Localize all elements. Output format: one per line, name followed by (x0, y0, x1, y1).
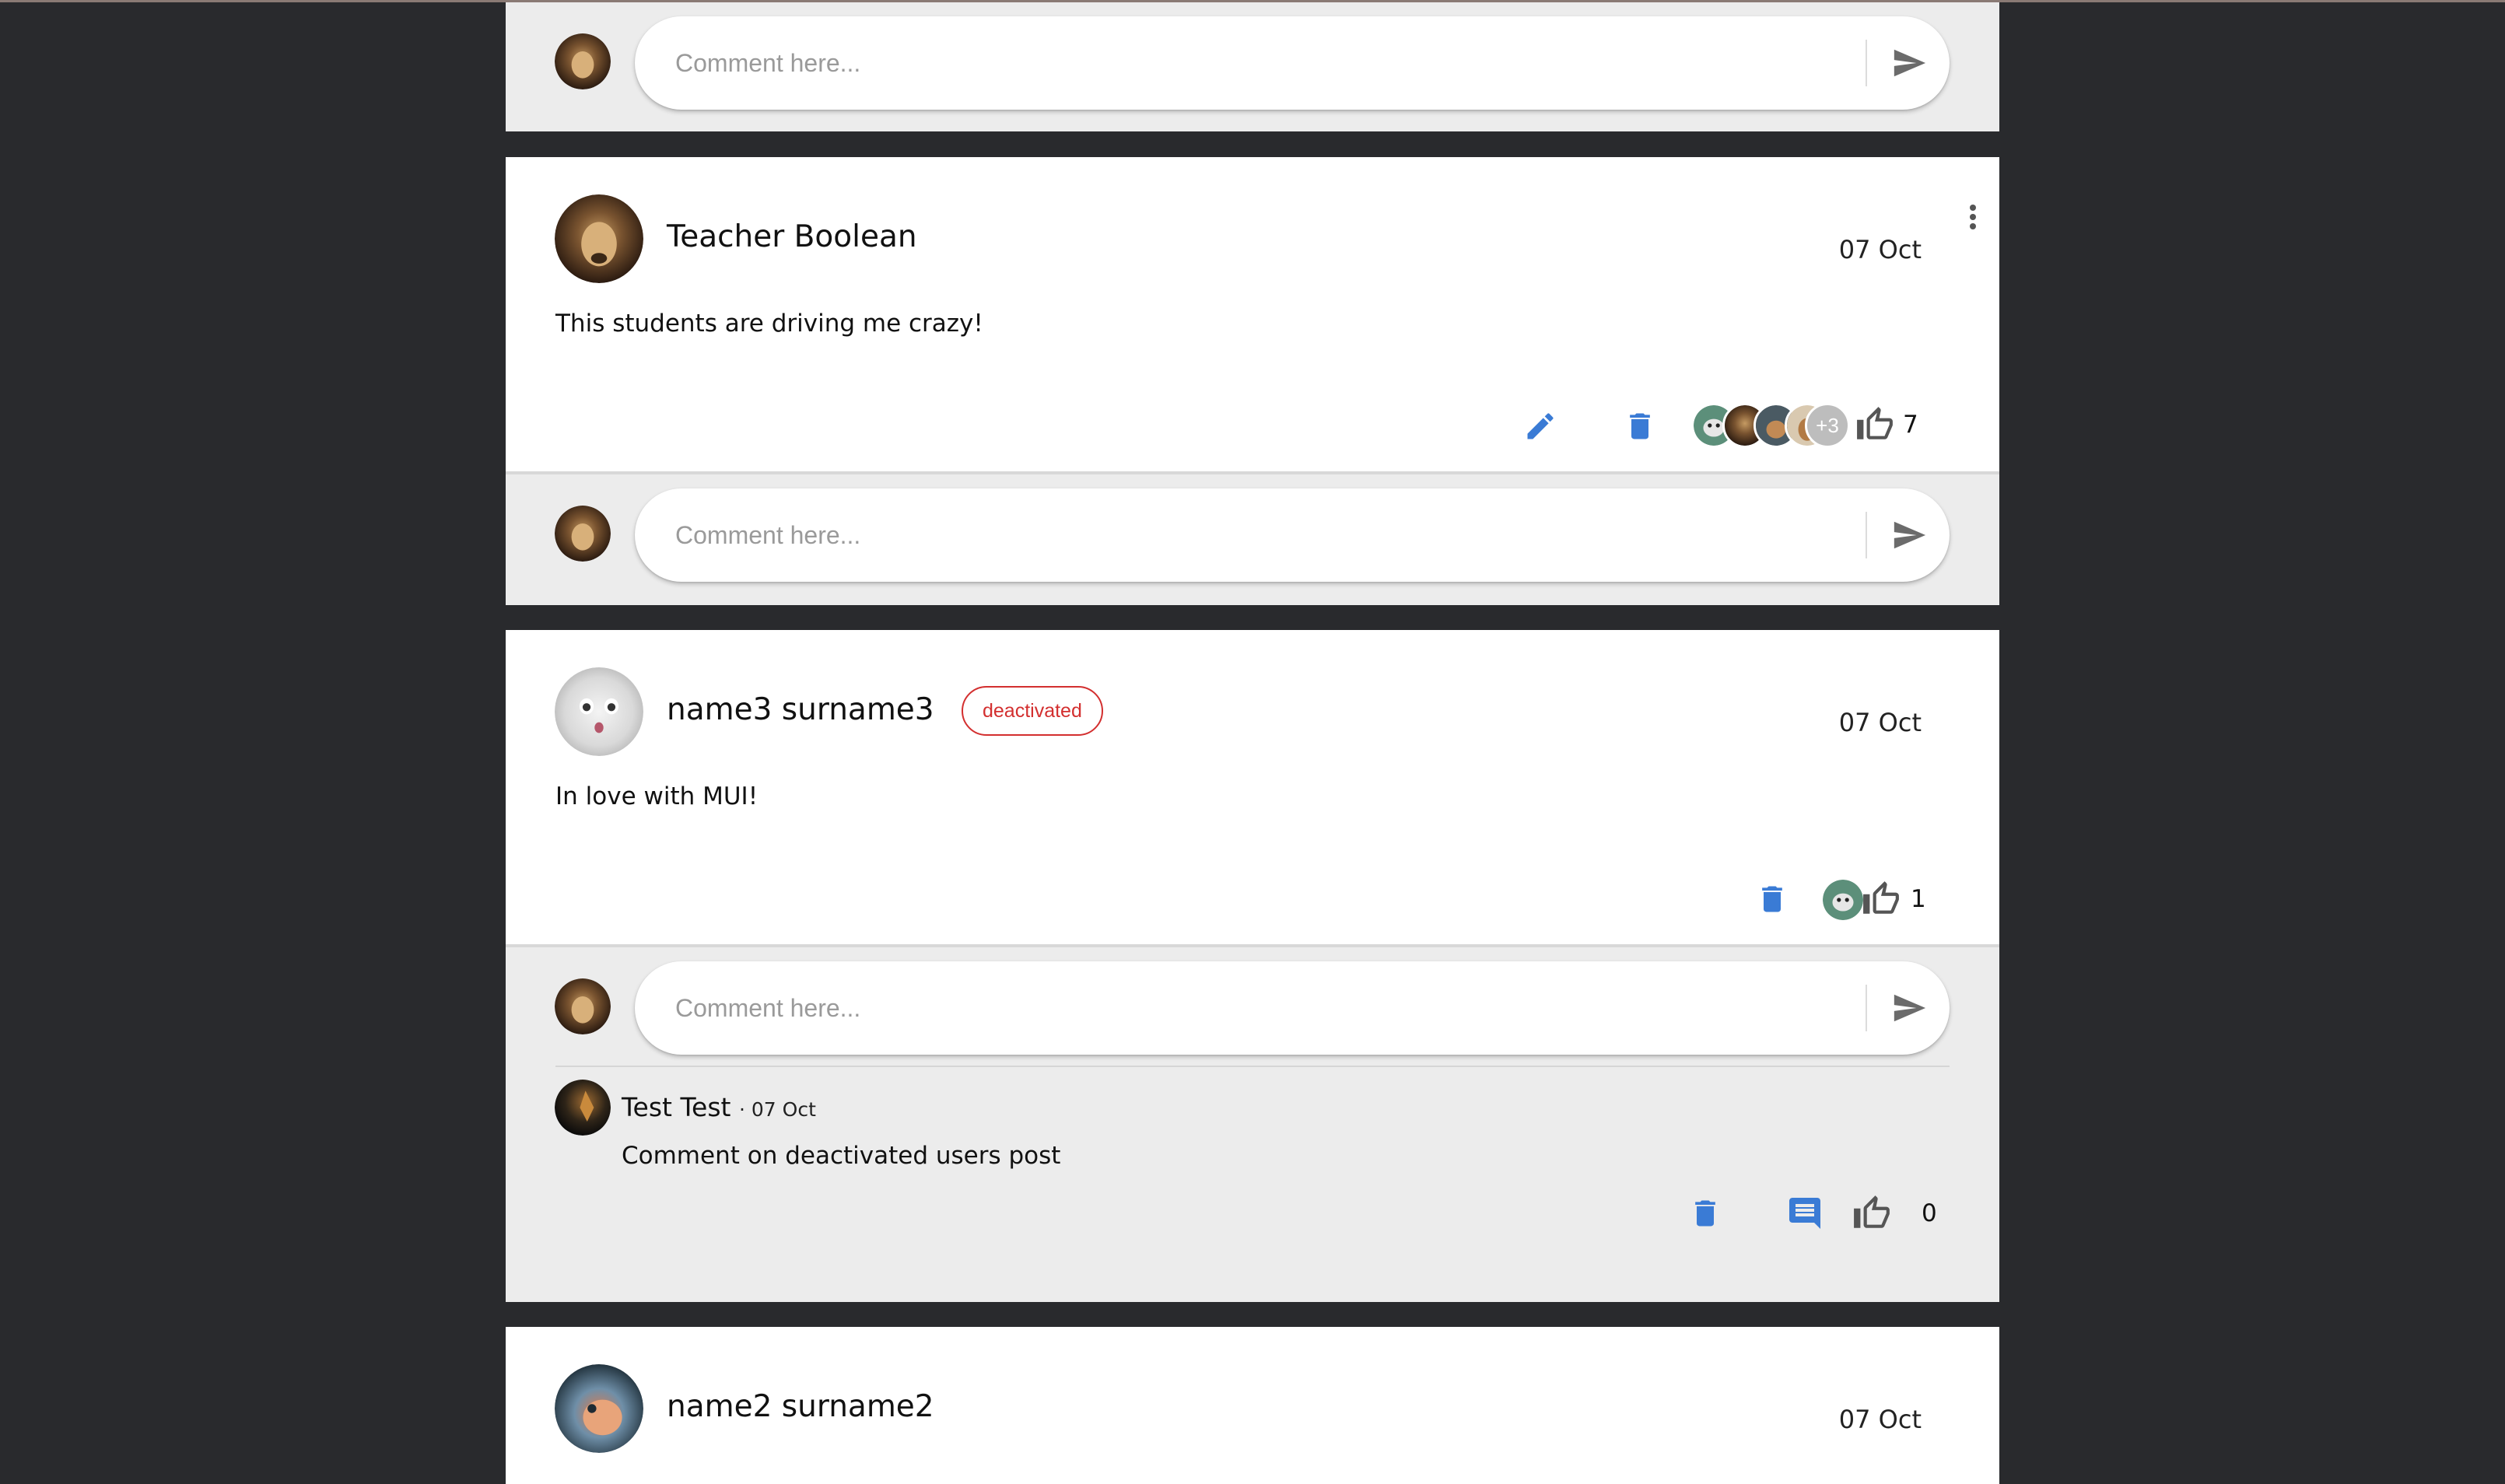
more-vert-icon[interactable] (1964, 202, 1982, 236)
like-comment-button[interactable] (1850, 1192, 1894, 1235)
author-avatar[interactable] (555, 667, 643, 756)
author-avatar[interactable] (555, 194, 643, 283)
comment-icon (1789, 1198, 1820, 1229)
thumb-up-icon (1857, 407, 1893, 439)
author-avatar[interactable] (555, 1364, 643, 1453)
send-icon (1894, 994, 1926, 1022)
thumb-up-icon (1854, 1195, 1890, 1228)
post-card: name2 surname2 07 Oct (506, 1327, 1999, 1484)
author-name[interactable]: Teacher Boolean (667, 219, 917, 254)
current-user-avatar (555, 978, 611, 1034)
send-button[interactable] (1880, 506, 1939, 565)
post-date: 07 Oct (1838, 1405, 1922, 1434)
comments-section: Test Test · 07 Oct Comment on deactivate… (506, 947, 1999, 1302)
post-text: This students are driving me crazy! (555, 310, 983, 338)
comment-input[interactable] (675, 488, 1827, 582)
trash-icon (1762, 886, 1782, 912)
trash-icon (1695, 1200, 1715, 1227)
author-name[interactable]: name2 surname2 (667, 1389, 934, 1424)
post-text: In love with MUI! (555, 782, 759, 810)
like-button[interactable] (1853, 403, 1897, 446)
comment-input-container (635, 488, 1950, 582)
delete-comment-button[interactable] (1683, 1192, 1727, 1235)
comment-input[interactable] (675, 16, 1827, 110)
thumb-up-icon (1863, 881, 1899, 914)
send-icon (1894, 521, 1926, 549)
comment-composer (506, 2, 1999, 131)
like-count: 1 (1911, 885, 1926, 913)
like-count: 0 (1922, 1199, 1937, 1227)
current-user-avatar (555, 33, 611, 89)
comment-divider (555, 1066, 1950, 1067)
pencil-icon (1527, 413, 1554, 439)
send-button[interactable] (1880, 978, 1939, 1038)
current-user-avatar (555, 506, 611, 562)
author-name[interactable]: name3 surname3 (667, 692, 934, 727)
input-divider (1866, 985, 1867, 1031)
delete-button[interactable] (1618, 404, 1662, 448)
comment-date: · 07 Oct (739, 1098, 816, 1121)
comment-input-container (635, 961, 1950, 1055)
post-card: Teacher Boolean 07 Oct This students are… (506, 157, 1999, 471)
commenter-name[interactable]: Test Test (622, 1092, 730, 1122)
likers-avatar-group[interactable]: +3 (1691, 403, 1850, 450)
post-card: name3 surname3 deactivated 07 Oct In lov… (506, 630, 1999, 944)
comment-text: Comment on deactivated users post (622, 1142, 1061, 1170)
edit-button[interactable] (1519, 404, 1562, 448)
post-date: 07 Oct (1838, 235, 1922, 264)
delete-button[interactable] (1750, 877, 1794, 921)
input-divider (1866, 512, 1867, 558)
send-icon (1894, 49, 1926, 77)
status-badge: deactivated (962, 686, 1103, 736)
likers-more-count: +3 (1805, 403, 1850, 448)
like-button[interactable] (1859, 877, 1903, 921)
trash-icon (1630, 413, 1650, 439)
reply-button[interactable] (1783, 1192, 1827, 1235)
like-count: 7 (1903, 411, 1918, 439)
input-divider (1866, 40, 1867, 86)
send-button[interactable] (1880, 33, 1939, 93)
comment-composer (506, 474, 1999, 605)
commenter-avatar[interactable] (555, 1080, 611, 1136)
post-date: 07 Oct (1838, 708, 1922, 737)
comment-input[interactable] (675, 961, 1827, 1055)
comment-input-container (635, 16, 1950, 110)
